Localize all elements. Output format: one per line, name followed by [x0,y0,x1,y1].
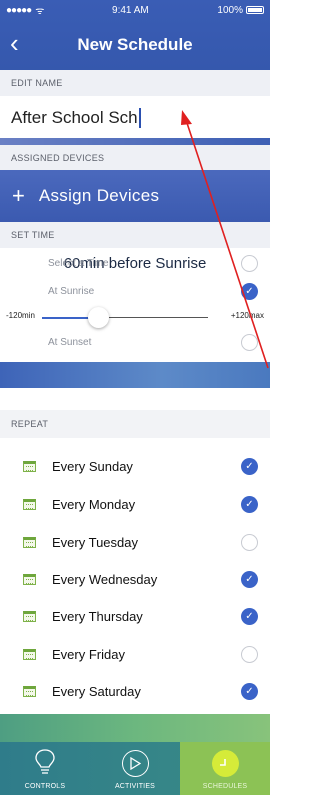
annotation-arrow [181,110,269,369]
